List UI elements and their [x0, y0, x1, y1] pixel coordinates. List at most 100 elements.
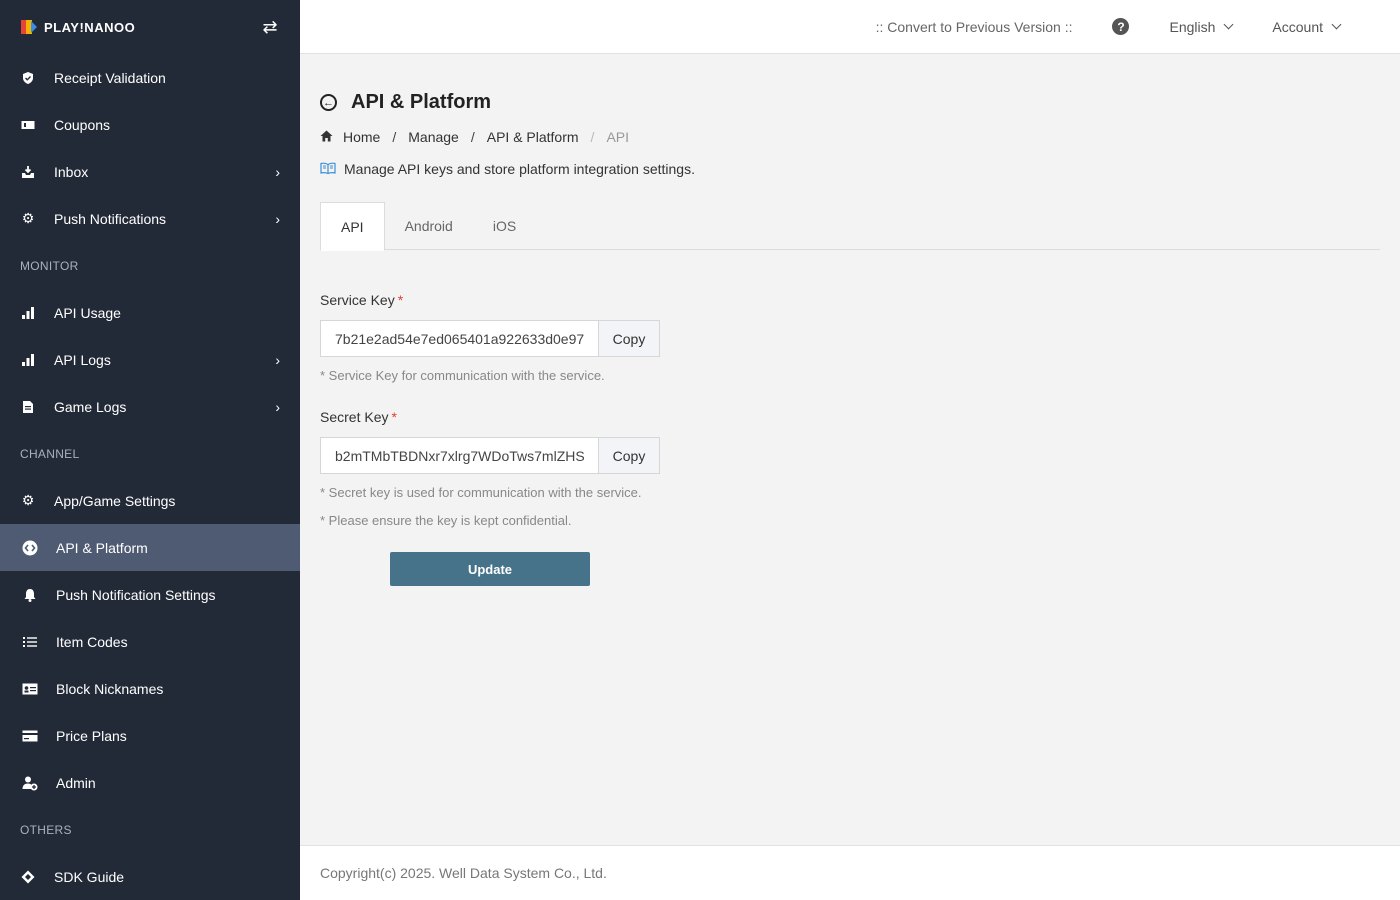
tab-api[interactable]: API — [320, 202, 385, 251]
description-text: Manage API keys and store platform integ… — [344, 161, 695, 177]
sidebar-item-label: SDK Guide — [54, 868, 125, 885]
sidebar-item-label: Block Nicknames — [56, 680, 164, 697]
breadcrumb-manage[interactable]: Manage — [408, 129, 459, 145]
secret-key-hint: * Secret key is used for communication w… — [320, 485, 642, 500]
switch-arrows-icon[interactable]: ⇄ — [260, 17, 280, 38]
convert-version-link[interactable]: :: Convert to Previous Version :: — [876, 19, 1073, 35]
footer: Copyright(c) 2025. Well Data System Co.,… — [300, 845, 1400, 900]
shield-check-icon — [20, 70, 36, 86]
required-mark: * — [397, 292, 404, 308]
secret-key-label-text: Secret Key — [320, 409, 389, 425]
sidebar-item-push-notification-settings[interactable]: Push Notification Settings — [0, 571, 300, 618]
breadcrumb-separator: / — [470, 129, 475, 145]
secret-key-label: Secret Key * — [320, 409, 397, 425]
credit-card-icon — [22, 728, 38, 744]
sidebar-item-game-logs[interactable]: Game Logs › — [0, 383, 300, 430]
service-key-group: 7b21e2ad54e7ed065401a922633d0e97 Copy — [320, 320, 660, 357]
breadcrumb-api-platform[interactable]: API & Platform — [487, 129, 579, 145]
sidebar-item-inbox[interactable]: Inbox › — [0, 148, 300, 195]
chevron-down-icon — [1331, 19, 1342, 30]
sidebar-item-coupons[interactable]: Coupons — [0, 101, 300, 148]
language-dropdown[interactable]: English — [1169, 18, 1234, 35]
language-label: English — [1169, 18, 1216, 35]
update-button[interactable]: Update — [390, 552, 590, 586]
service-key-field[interactable]: 7b21e2ad54e7ed065401a922633d0e97 — [321, 321, 598, 356]
sidebar-item-label: API Logs — [54, 351, 111, 368]
sidebar-item-price-plans[interactable]: Price Plans — [0, 712, 300, 759]
gear-icon: ⚙ — [21, 210, 35, 226]
bar-chart-icon — [20, 352, 36, 368]
help-icon[interactable]: ? — [1112, 18, 1130, 35]
sidebar-item-api-usage[interactable]: API Usage — [0, 289, 300, 336]
page-description: Manage API keys and store platform integ… — [320, 161, 695, 177]
sidebar-item-api-logs[interactable]: API Logs › — [0, 336, 300, 383]
secret-key-group: b2mTMbTBDNxr7xlrg7WDoTws7mlZHS Copy — [320, 437, 660, 474]
sidebar-item-label: Game Logs — [54, 398, 127, 415]
brand-name: PLAY!NANOO — [44, 19, 136, 35]
document-icon — [20, 399, 36, 415]
bar-chart-icon — [20, 305, 36, 321]
sidebar-item-block-nicknames[interactable]: Block Nicknames — [0, 665, 300, 712]
brand-bar: PLAY!NANOO ⇄ — [0, 0, 300, 54]
account-dropdown[interactable]: Account — [1272, 18, 1342, 35]
required-mark: * — [391, 409, 397, 425]
sidebar-item-label: Push Notification Settings — [56, 586, 216, 603]
code-icon — [22, 540, 38, 556]
copyright-text: Copyright(c) 2025. Well Data System Co.,… — [320, 865, 607, 881]
sidebar-item-sdk-guide[interactable]: SDK Guide — [0, 853, 300, 900]
chevron-right-icon: › — [275, 210, 280, 227]
copy-service-key-button[interactable]: Copy — [598, 321, 659, 356]
user-plus-icon — [22, 775, 38, 791]
sidebar-item-api-platform[interactable]: API & Platform — [0, 524, 300, 571]
sidebar-item-label: Inbox — [54, 163, 89, 180]
book-icon — [320, 161, 336, 177]
section-channel: CHANNEL — [20, 446, 80, 461]
ticket-icon — [20, 117, 36, 133]
sidebar-item-label: API Usage — [54, 304, 121, 321]
tab-ios[interactable]: iOS — [473, 202, 536, 250]
top-bar: :: Convert to Previous Version :: ? Engl… — [300, 0, 1400, 54]
home-icon — [320, 130, 333, 145]
main-content: ← API & Platform Home / Manage / API & P… — [300, 55, 1400, 845]
breadcrumb-separator: / — [590, 129, 595, 145]
account-label: Account — [1272, 18, 1323, 35]
back-arrow-icon[interactable]: ← — [320, 94, 337, 111]
breadcrumb-home[interactable]: Home — [343, 129, 380, 145]
tab-bar: API Android iOS — [320, 202, 1380, 251]
diamond-icon — [20, 869, 36, 885]
sidebar-item-label: API & Platform — [56, 539, 148, 556]
sidebar-item-label: Push Notifications — [54, 210, 167, 227]
tab-android[interactable]: Android — [385, 202, 473, 250]
logo-mark-icon — [21, 20, 37, 34]
copy-secret-key-button[interactable]: Copy — [598, 438, 659, 473]
breadcrumb-current: API — [606, 129, 630, 145]
list-icon — [22, 634, 38, 650]
title-row: ← API & Platform — [320, 91, 491, 114]
confidential-hint: * Please ensure the key is kept confiden… — [320, 513, 572, 528]
chevron-down-icon — [1223, 19, 1234, 30]
logo[interactable]: PLAY!NANOO — [20, 18, 135, 36]
sidebar-item-label: Receipt Validation — [54, 69, 166, 86]
sidebar-item-label: Price Plans — [56, 727, 127, 744]
gear-icon: ⚙ — [21, 492, 35, 508]
chevron-right-icon: › — [275, 351, 280, 368]
page-title: API & Platform — [351, 91, 492, 113]
secret-key-field[interactable]: b2mTMbTBDNxr7xlrg7WDoTws7mlZHS — [321, 438, 598, 473]
service-key-label-text: Service Key — [320, 292, 395, 308]
breadcrumb: Home / Manage / API & Platform / API — [320, 129, 629, 145]
sidebar-item-app-game-settings[interactable]: ⚙ App/Game Settings — [0, 477, 300, 524]
sidebar-item-push-notifications[interactable]: ⚙ Push Notifications › — [0, 195, 300, 242]
service-key-hint: * Service Key for communication with the… — [320, 368, 605, 383]
sidebar-item-item-codes[interactable]: Item Codes — [0, 618, 300, 665]
breadcrumb-separator: / — [392, 129, 397, 145]
sidebar-item-label: Item Codes — [56, 633, 128, 650]
inbox-download-icon — [20, 164, 36, 180]
chevron-right-icon: › — [275, 163, 280, 180]
sidebar-item-admin[interactable]: Admin — [0, 759, 300, 806]
service-key-label: Service Key * — [320, 292, 403, 308]
section-others: OTHERS — [20, 822, 72, 837]
sidebar-item-label: Coupons — [54, 116, 111, 133]
chevron-right-icon: › — [275, 398, 280, 415]
bell-icon — [22, 587, 38, 603]
sidebar-item-receipt-validation[interactable]: Receipt Validation — [0, 54, 300, 101]
